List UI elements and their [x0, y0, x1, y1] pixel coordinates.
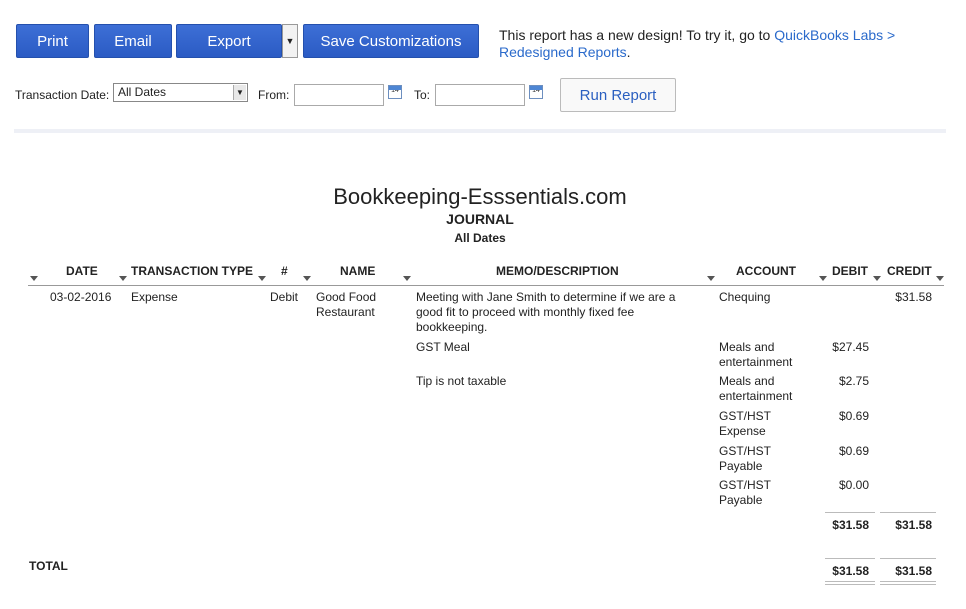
report-period: All Dates [454, 231, 506, 245]
redesign-notice: This report has a new design! To try it,… [499, 27, 939, 61]
table-cell-account[interactable]: GST/HST Payable [719, 478, 789, 508]
table-cell-debit[interactable]: $0.00 [820, 478, 869, 493]
divider [14, 129, 946, 133]
table-cell-memo[interactable]: Tip is not taxable [416, 374, 506, 389]
column-resize-triangle-icon[interactable] [403, 276, 411, 281]
from-label: From: [258, 88, 290, 102]
subtotal-rule [825, 512, 875, 513]
save-customizations-button[interactable]: Save Customizations [303, 24, 479, 58]
column-resize-triangle-icon[interactable] [873, 276, 881, 281]
column-header-transaction-type[interactable]: TRANSACTION TYPE [131, 264, 253, 278]
column-header-memo[interactable]: MEMO/DESCRIPTION [496, 264, 619, 278]
export-button[interactable]: Export [176, 24, 282, 58]
subtotal-rule [880, 512, 936, 513]
column-resize-triangle-icon[interactable] [30, 276, 38, 281]
email-button[interactable]: Email [94, 24, 172, 58]
table-cell-account[interactable]: Meals and entertainment [719, 374, 809, 404]
column-header-account[interactable]: ACCOUNT [736, 264, 796, 278]
total-double-rule [825, 581, 875, 582]
total-label: TOTAL [29, 559, 68, 573]
column-resize-triangle-icon[interactable] [707, 276, 715, 281]
column-header-number[interactable]: # [281, 264, 288, 278]
column-resize-triangle-icon[interactable] [303, 276, 311, 281]
transaction-date-value: All Dates [118, 85, 167, 99]
total-double-rule [880, 581, 936, 582]
table-cell-name[interactable]: Good Food Restaurant [316, 290, 396, 320]
total-rule [880, 558, 936, 559]
print-button[interactable]: Print [16, 24, 89, 58]
notice-text: This report has a new design! To try it,… [499, 27, 775, 43]
transaction-date-select[interactable]: All Dates ▼ [113, 83, 248, 102]
table-cell-debit[interactable]: $0.69 [820, 409, 869, 424]
column-resize-triangle-icon[interactable] [119, 276, 127, 281]
table-cell-debit[interactable]: $2.75 [820, 374, 869, 389]
total-debit: $31.58 [832, 564, 869, 578]
column-header-name[interactable]: NAME [340, 264, 375, 278]
column-header-credit[interactable]: CREDIT [887, 264, 932, 278]
column-header-debit[interactable]: DEBIT [832, 264, 868, 278]
table-cell-memo[interactable]: GST Meal [416, 340, 470, 355]
column-header-date[interactable]: DATE [66, 264, 98, 278]
table-cell-debit[interactable]: $27.45 [820, 340, 869, 355]
column-resize-triangle-icon[interactable] [819, 276, 827, 281]
company-name: Bookkeeping-Esssentials.com [333, 184, 627, 209]
table-cell-type[interactable]: Expense [131, 290, 178, 305]
table-cell-number[interactable]: Debit [270, 290, 298, 305]
calendar-icon[interactable]: 14 [388, 85, 402, 99]
table-cell-debit[interactable]: $0.69 [820, 444, 869, 459]
notice-end: . [626, 44, 631, 60]
export-dropdown-arrow-icon[interactable]: ▼ [282, 24, 298, 58]
column-resize-triangle-icon[interactable] [258, 276, 266, 281]
transaction-date-label: Transaction Date: [15, 88, 110, 102]
table-cell-date[interactable]: 03-02-2016 [50, 290, 111, 305]
column-resize-triangle-icon[interactable] [936, 276, 944, 281]
chevron-down-icon: ▼ [233, 85, 246, 100]
total-credit: $31.58 [895, 564, 932, 578]
total-double-rule [880, 584, 936, 585]
table-cell-account[interactable]: GST/HST Payable [719, 444, 789, 474]
total-double-rule [825, 584, 875, 585]
from-date-input[interactable] [294, 84, 384, 106]
report-title: JOURNAL [446, 211, 514, 227]
table-cell-account[interactable]: Chequing [719, 290, 770, 305]
table-cell-memo[interactable]: Meeting with Jane Smith to determine if … [416, 290, 696, 335]
subtotal-debit: $31.58 [832, 518, 869, 532]
table-cell-account[interactable]: GST/HST Expense [719, 409, 789, 439]
table-cell-credit[interactable]: $31.58 [880, 290, 932, 305]
header-underline [28, 285, 944, 286]
subtotal-credit: $31.58 [895, 518, 932, 532]
run-report-button[interactable]: Run Report [560, 78, 676, 112]
table-cell-account[interactable]: Meals and entertainment [719, 340, 809, 370]
calendar-icon[interactable]: 14 [529, 85, 543, 99]
to-date-input[interactable] [435, 84, 525, 106]
to-label: To: [414, 88, 431, 102]
total-rule [825, 558, 875, 559]
